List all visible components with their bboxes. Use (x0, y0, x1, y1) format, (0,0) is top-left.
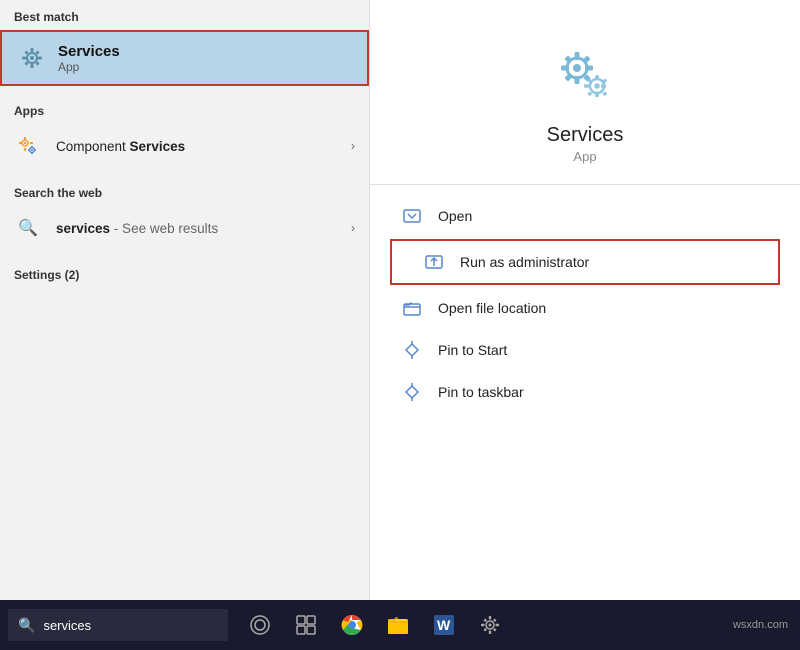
app-title: Services (547, 124, 624, 147)
best-match-subtitle: App (58, 60, 120, 74)
search-web-label: Search the web (0, 176, 369, 206)
pin-to-taskbar-label: Pin to taskbar (438, 384, 524, 400)
app-info-panel: Services App (370, 0, 800, 185)
search-web-item[interactable]: 🔍 services - See web results › (0, 206, 369, 250)
app-big-icon (549, 40, 621, 112)
left-panel: Best match Servic (0, 0, 370, 600)
open-file-location-label: Open file location (438, 300, 546, 316)
file-location-icon (400, 296, 424, 320)
word-icon[interactable]: W (428, 609, 460, 641)
pin-to-taskbar-action[interactable]: Pin to taskbar (370, 371, 800, 413)
open-file-location-action[interactable]: Open file location (370, 287, 800, 329)
component-services-label: Component Services (56, 139, 351, 154)
component-services-arrow: › (351, 139, 355, 153)
file-explorer-icon[interactable] (382, 609, 414, 641)
open-action[interactable]: Open (370, 195, 800, 237)
search-web-arrow: › (351, 221, 355, 235)
search-suffix: - See web results (110, 221, 218, 236)
taskbar-search-icon: 🔍 (18, 617, 35, 634)
pin-to-start-label: Pin to Start (438, 342, 507, 358)
taskbar: 🔍 services (0, 600, 800, 650)
apps-section: Apps (0, 90, 369, 172)
chrome-icon[interactable] (336, 609, 368, 641)
best-match-label: Best match (0, 0, 369, 30)
cortana-icon[interactable] (244, 609, 276, 641)
search-keyword: services (56, 221, 110, 236)
taskbar-settings-icon[interactable] (474, 609, 506, 641)
component-services-item[interactable]: Component Services › (0, 124, 369, 168)
app-subtitle: App (573, 149, 596, 164)
run-as-admin-label: Run as administrator (460, 254, 589, 270)
best-match-title: Services (58, 43, 120, 60)
pin-to-start-action[interactable]: Pin to Start (370, 329, 800, 371)
action-list: Open Run as administrator (370, 185, 800, 423)
watermark: wsxdn.com (733, 619, 788, 631)
run-as-admin-action[interactable]: Run as administrator (390, 239, 780, 285)
main-area: Best match Servic (0, 0, 800, 600)
open-label: Open (438, 208, 472, 224)
pin-start-icon (400, 338, 424, 362)
search-web-section: Search the web 🔍 services - See web resu… (0, 172, 369, 254)
services-icon (16, 42, 48, 74)
right-panel: Services App Open (370, 0, 800, 600)
taskbar-search-box[interactable]: 🔍 services (8, 609, 228, 641)
pin-taskbar-icon (400, 380, 424, 404)
admin-icon (422, 250, 446, 274)
taskbar-icons: W (244, 609, 506, 641)
svg-text:W: W (437, 617, 451, 633)
task-view-icon[interactable] (290, 609, 322, 641)
search-web-icon: 🔍 (14, 214, 42, 242)
component-services-icon (14, 132, 42, 160)
apps-label: Apps (0, 94, 369, 124)
search-web-text: services - See web results (56, 221, 351, 236)
open-icon (400, 204, 424, 228)
best-match-services[interactable]: Services App (0, 30, 369, 86)
taskbar-search-text: services (43, 618, 91, 633)
settings-section: Settings (2) (0, 254, 369, 292)
settings-label: Settings (2) (0, 258, 369, 288)
